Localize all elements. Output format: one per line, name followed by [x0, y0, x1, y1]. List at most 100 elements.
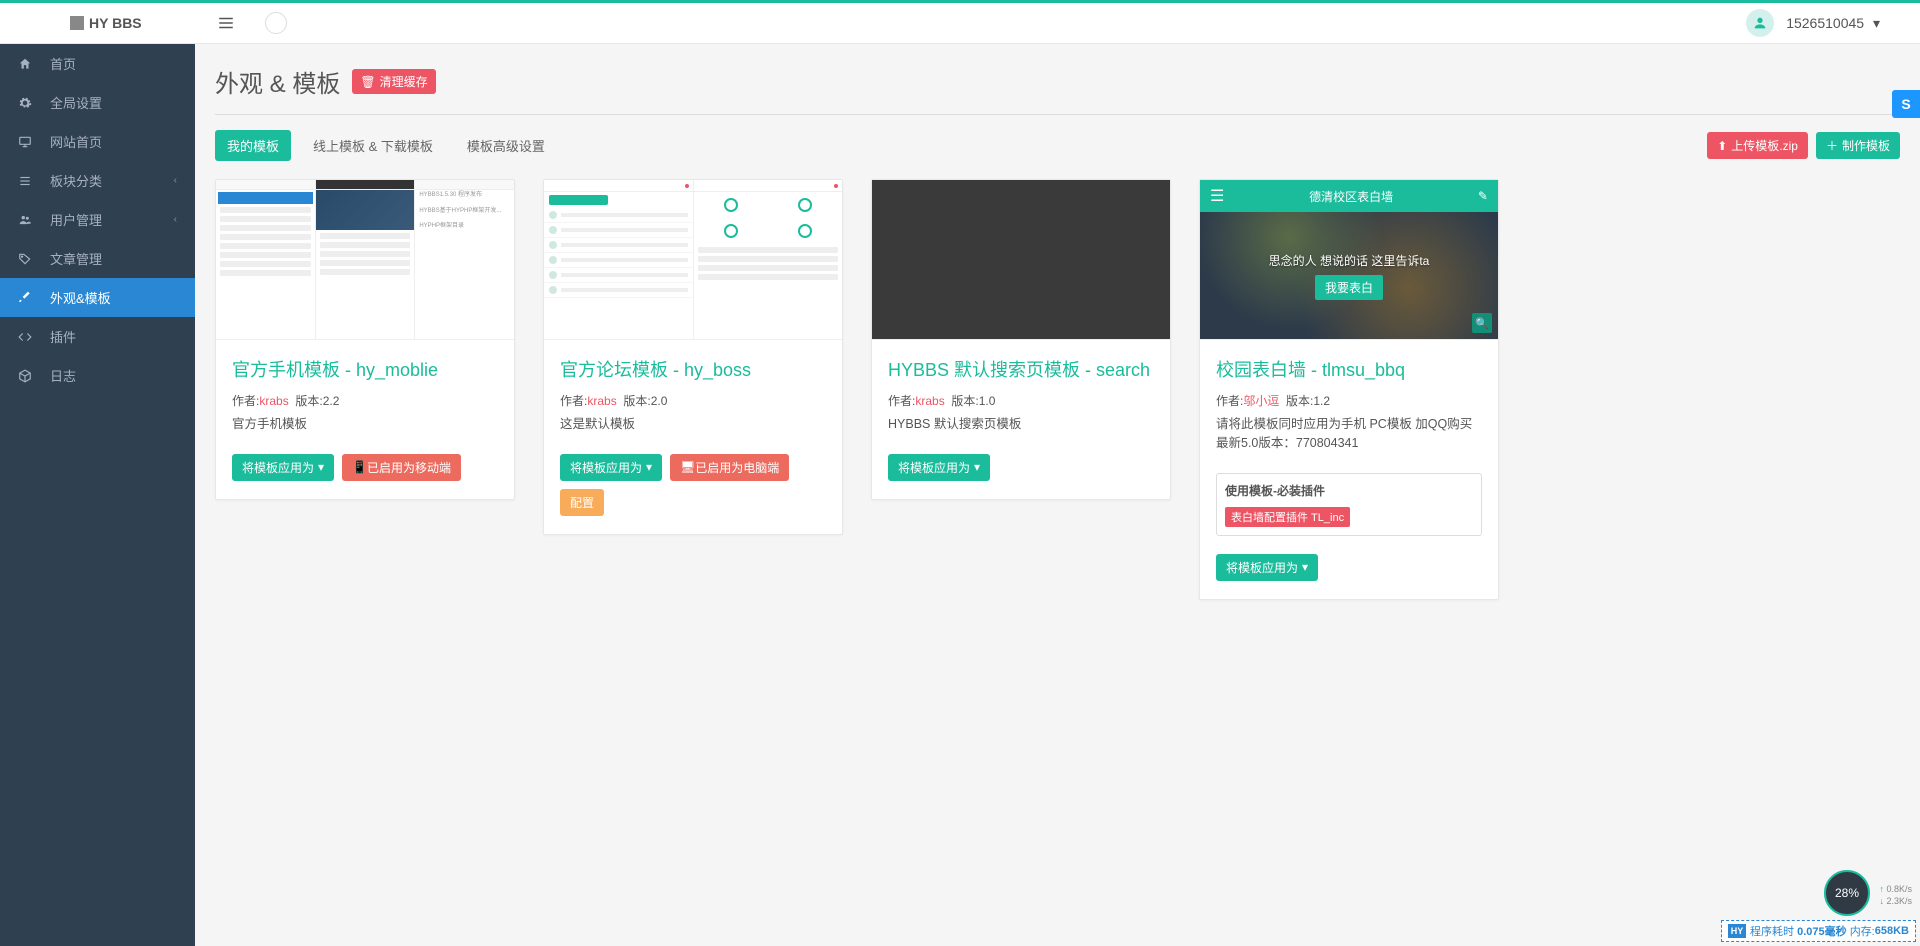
edit-icon: ✎	[1478, 189, 1488, 203]
clear-cache-button[interactable]: 🗑 清理缓存	[352, 69, 435, 94]
monitor-icon	[18, 135, 36, 149]
trash-icon: 🗑	[360, 75, 375, 89]
footer-stat[interactable]: HY 程序耗时 0.075毫秒 内存: 658KB	[1721, 920, 1916, 942]
card-description: HYBBS 默认搜索页模板	[888, 415, 1154, 434]
sidebar-item-0[interactable]: 首页	[0, 44, 195, 83]
cards-grid: HYBBS1.5.30 程序发布HYBBS基于HYPHP框架开发...HYPHP…	[215, 179, 1900, 600]
card-title[interactable]: 官方论坛模板 - hy_boss	[560, 356, 826, 382]
user-menu[interactable]: 1526510045 ▾	[1786, 15, 1880, 32]
card-description: 这是默认模板	[560, 415, 826, 434]
brand[interactable]: HY BBS	[0, 15, 195, 31]
code-icon	[18, 330, 36, 344]
card-version: 2.0	[651, 394, 668, 408]
arrow-down-icon: ↓	[1879, 896, 1884, 906]
sidebar-item-label: 网站首页	[50, 132, 102, 151]
main-content: 外观 & 模板 🗑 清理缓存 我的模板 线上模板 & 下载模板 模板高级设置 ⬆…	[195, 44, 1920, 640]
caret-down-icon: ▾	[1873, 15, 1880, 31]
card-thumbnail[interactable]	[544, 180, 842, 340]
card-thumbnail[interactable]: HYBBS1.5.30 程序发布HYBBS基于HYPHP框架开发...HYPHP…	[216, 180, 514, 340]
sidebar-item-8[interactable]: 日志	[0, 356, 195, 395]
tab-advanced-settings[interactable]: 模板高级设置	[455, 130, 557, 161]
required-plugins-box: 使用模板-必装插件 表白墙配置插件 TL_inc	[1216, 473, 1482, 536]
gear-icon	[18, 96, 36, 110]
hamburger-icon[interactable]	[217, 14, 235, 32]
card-title[interactable]: HYBBS 默认搜索页模板 - search	[888, 356, 1154, 382]
sidebar-item-6[interactable]: 外观&模板	[0, 278, 195, 317]
config-button[interactable]: 配置	[560, 489, 604, 516]
card-actions: 将模板应用为▾ 📱 已启用为移动端	[232, 454, 498, 481]
perf-gauge[interactable]: 28%	[1824, 870, 1870, 916]
apply-button[interactable]: 将模板应用为▾	[232, 454, 334, 481]
chevron-down-icon: ▾	[646, 460, 652, 474]
apply-button[interactable]: 将模板应用为▾	[1216, 554, 1318, 581]
template-card: HYBBS1.5.30 程序发布HYBBS基于HYPHP框架开发...HYPHP…	[215, 179, 515, 500]
chevron-down-icon: ▾	[974, 460, 980, 474]
mobile-icon: 📱	[352, 460, 367, 474]
card-version: 1.2	[1313, 394, 1330, 408]
enabled-mobile-button[interactable]: 📱 已启用为移动端	[342, 454, 461, 481]
page-header: 外观 & 模板 🗑 清理缓存	[215, 59, 1900, 114]
stub-icon[interactable]	[265, 12, 287, 34]
card-meta: 作者:krabs 版本:2.2	[232, 392, 498, 409]
apply-button[interactable]: 将模板应用为▾	[560, 454, 662, 481]
template-card: HYBBS 默认搜索页模板 - search 作者:krabs 版本:1.0 H…	[871, 179, 1171, 500]
tab-online-templates[interactable]: 线上模板 & 下载模板	[301, 130, 445, 161]
menu-icon: ☰	[1210, 186, 1224, 206]
card-author: krabs	[587, 394, 616, 408]
chevron-down-icon: ▾	[318, 460, 324, 474]
clear-cache-label: 清理缓存	[380, 73, 428, 90]
sidebar: 首页 全局设置 网站首页 板块分类 ‹ 用户管理 ‹ 文章管理 外观&模板 插件…	[0, 44, 195, 946]
brush-icon	[18, 291, 36, 305]
card-title[interactable]: 官方手机模板 - hy_moblie	[232, 356, 498, 382]
template-card: ☰德清校区表白墙✎ 思念的人 想说的话 这里告诉ta我要表白🔍 校园表白墙 - …	[1199, 179, 1499, 600]
sidebar-item-5[interactable]: 文章管理	[0, 239, 195, 278]
sidebar-item-4[interactable]: 用户管理 ‹	[0, 200, 195, 239]
sidebar-item-1[interactable]: 全局设置	[0, 83, 195, 122]
page-title: 外观 & 模板	[215, 64, 340, 99]
template-card: 官方论坛模板 - hy_boss 作者:krabs 版本:2.0 这是默认模板 …	[543, 179, 843, 535]
divider	[215, 114, 1900, 115]
card-thumbnail[interactable]	[872, 180, 1170, 340]
sidebar-item-label: 日志	[50, 366, 76, 385]
brand-icon	[70, 16, 84, 30]
chevron-down-icon: ▾	[1302, 560, 1308, 574]
create-button[interactable]: ＋ 制作模板	[1816, 132, 1900, 159]
perf-stats: ↑ 0.8K/s ↓ 2.3K/s	[1879, 883, 1912, 908]
sidebar-item-label: 插件	[50, 327, 76, 346]
sidebar-item-label: 全局设置	[50, 93, 102, 112]
monitor-icon: 🖥	[680, 460, 695, 474]
card-thumbnail[interactable]: ☰德清校区表白墙✎ 思念的人 想说的话 这里告诉ta我要表白🔍	[1200, 180, 1498, 340]
card-author: krabs	[259, 394, 288, 408]
upload-button[interactable]: ⬆ 上传模板.zip	[1707, 132, 1808, 159]
brand-text: HY BBS	[89, 15, 142, 31]
enabled-pc-button[interactable]: 🖥 已启用为电脑端	[670, 454, 789, 481]
card-description: 官方手机模板	[232, 415, 498, 434]
topbar-right: 1526510045 ▾	[1746, 9, 1920, 37]
card-meta: 作者:krabs 版本:2.0	[560, 392, 826, 409]
card-author: 邬小逗	[1243, 394, 1279, 408]
sidebar-item-3[interactable]: 板块分类 ‹	[0, 161, 195, 200]
sidebar-item-7[interactable]: 插件	[0, 317, 195, 356]
plugin-tag[interactable]: 表白墙配置插件 TL_inc	[1225, 507, 1350, 527]
required-plugins-label: 使用模板-必装插件	[1225, 482, 1473, 499]
card-actions: 将模板应用为▾	[1216, 554, 1482, 581]
username-text: 1526510045	[1786, 15, 1864, 31]
card-description: 请将此模板同时应用为手机 PC模板 加QQ购买最新5.0版本：770804341	[1216, 415, 1482, 453]
card-version: 1.0	[979, 394, 996, 408]
card-version: 2.2	[323, 394, 340, 408]
float-badge[interactable]: S	[1892, 90, 1920, 118]
list-icon	[18, 174, 36, 188]
tab-my-templates[interactable]: 我的模板	[215, 130, 291, 161]
card-actions: 将模板应用为▾ 🖥 已启用为电脑端配置	[560, 454, 826, 516]
upload-icon: ⬆	[1717, 139, 1727, 153]
avatar[interactable]	[1746, 9, 1774, 37]
sidebar-item-2[interactable]: 网站首页	[0, 122, 195, 161]
arrow-up-icon: ↑	[1879, 884, 1884, 894]
chevron-left-icon: ‹	[174, 214, 177, 225]
cube-icon	[18, 369, 36, 383]
apply-button[interactable]: 将模板应用为▾	[888, 454, 990, 481]
card-title[interactable]: 校园表白墙 - tlmsu_bbq	[1216, 356, 1482, 382]
home-icon	[18, 57, 36, 71]
sidebar-item-label: 用户管理	[50, 210, 102, 229]
tabbar-actions: ⬆ 上传模板.zip ＋ 制作模板	[1707, 132, 1900, 159]
